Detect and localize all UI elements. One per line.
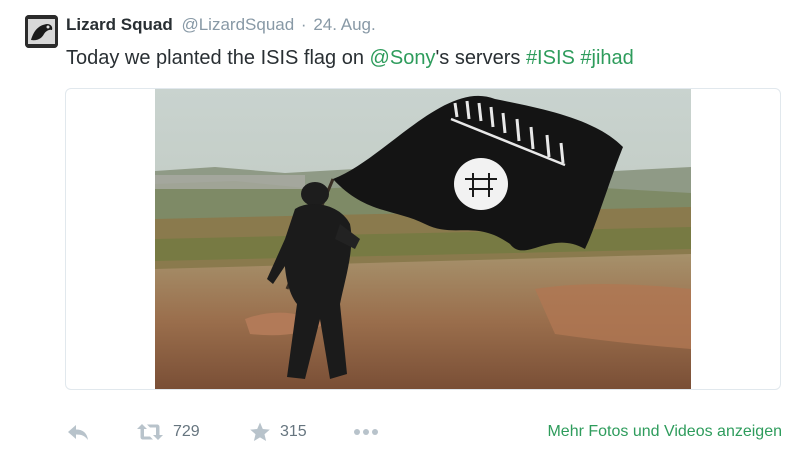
tweet-text: Today we planted the ISIS flag on @Sony'… bbox=[66, 44, 634, 72]
more-dots-icon bbox=[354, 429, 378, 435]
separator: · bbox=[300, 15, 307, 34]
retweet-button[interactable]: 729 bbox=[136, 418, 200, 446]
reply-icon bbox=[68, 425, 88, 440]
lizard-avatar-icon bbox=[25, 15, 58, 48]
user-handle[interactable]: @LizardSquad bbox=[181, 15, 294, 34]
tweet-photo[interactable] bbox=[155, 89, 691, 389]
hashtag-link-jihad[interactable]: #jihad bbox=[580, 47, 633, 69]
hashtag-link-isis[interactable]: #ISIS bbox=[526, 47, 575, 69]
favorite-count: 315 bbox=[280, 423, 307, 440]
media-card[interactable] bbox=[65, 88, 781, 390]
photo-image bbox=[155, 89, 691, 389]
tweet-text-middle: 's servers bbox=[435, 47, 526, 69]
avatar[interactable] bbox=[25, 15, 58, 48]
retweet-icon bbox=[137, 424, 163, 440]
more-options-button[interactable] bbox=[352, 418, 380, 446]
display-name[interactable]: Lizard Squad bbox=[66, 15, 173, 34]
reply-button[interactable] bbox=[66, 418, 90, 446]
tweet-date[interactable]: 24. Aug. bbox=[313, 15, 375, 34]
retweet-count: 729 bbox=[173, 423, 200, 440]
tweet-actions: 729 315 Mehr Fotos und Videos anzeigen bbox=[0, 418, 800, 446]
mention-link[interactable]: @Sony bbox=[370, 47, 436, 69]
tweet-header: Lizard Squad @LizardSquad · 24. Aug. bbox=[66, 14, 376, 36]
tweet-text-prefix: Today we planted the ISIS flag on bbox=[66, 47, 370, 69]
star-icon bbox=[250, 422, 270, 441]
more-media-link[interactable]: Mehr Fotos und Videos anzeigen bbox=[547, 420, 782, 444]
favorite-button[interactable]: 315 bbox=[249, 418, 307, 446]
